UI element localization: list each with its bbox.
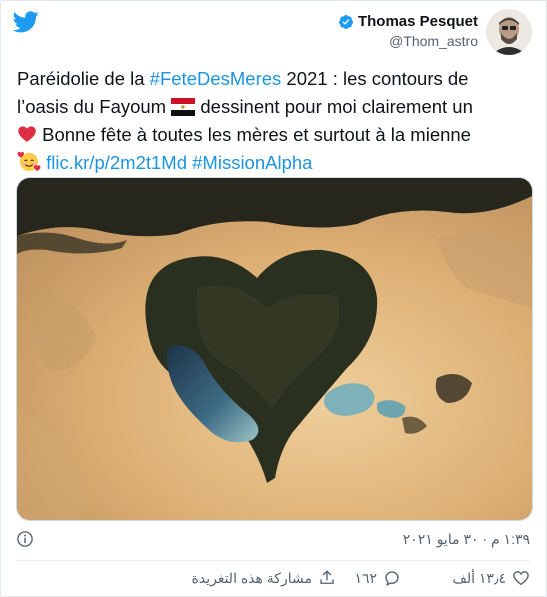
reply-count: ١٦٢ <box>354 569 377 586</box>
tweet-meta-row: ١:٣٩ م · ٣٠ مايو ٢٠٢١ <box>16 529 530 549</box>
red-heart-icon <box>18 126 36 142</box>
smiling-face-with-hearts-icon <box>17 151 41 172</box>
action-bar: ١٣٫٤ ألف ١٦٢ مشاركة هذه التغريدة <box>1 567 546 591</box>
share-button[interactable]: مشاركة هذه التغريدة <box>192 569 336 587</box>
like-count: ١٣٫٤ ألف <box>452 569 506 586</box>
reply-button[interactable]: ١٦٢ <box>354 569 401 587</box>
tweet-timestamp[interactable]: ١:٣٩ م · ٣٠ مايو ٢٠٢١ <box>403 531 530 548</box>
tweet-card: Thomas Pesquet @Thom_astro Paréidolie de… <box>0 0 547 597</box>
hashtag-missionalpha-link[interactable]: #MissionAlpha <box>192 152 312 173</box>
reply-bubble-icon <box>385 571 399 587</box>
text-segment: Bonne fête à toutes les mères et surtout… <box>37 124 471 145</box>
text-segment: Paréidolie de la <box>17 68 150 89</box>
tweet-media-image[interactable] <box>16 177 533 521</box>
author-name[interactable]: Thomas Pesquet <box>358 13 478 30</box>
heart-icon <box>513 571 529 586</box>
author-block[interactable]: Thomas Pesquet @Thom_astro <box>338 13 478 49</box>
share-label: مشاركة هذه التغريدة <box>191 569 312 586</box>
avatar[interactable] <box>486 9 532 55</box>
egypt-flag-icon <box>171 98 196 116</box>
text-segment: l’oasis du Fayoum <box>17 96 172 117</box>
hashtag-fetedesmeres-link[interactable]: #FeteDesMeres <box>150 68 282 89</box>
text-segment: 2021 : les contours de <box>281 68 469 89</box>
share-icon <box>320 570 334 584</box>
text-segment: dessinent pour moi clairement un <box>195 96 473 117</box>
info-icon[interactable] <box>16 530 34 548</box>
author-handle[interactable]: @Thom_astro <box>338 33 478 49</box>
divider <box>16 560 530 561</box>
tweet-text: Paréidolie de la #FeteDesMeres 2021 : le… <box>17 65 533 177</box>
twitter-bird-icon[interactable] <box>13 11 39 33</box>
flickr-link[interactable]: flic.kr/p/2m2t1Md <box>46 152 187 173</box>
like-button[interactable]: ١٣٫٤ ألف <box>452 569 530 587</box>
verified-badge-icon <box>338 14 353 29</box>
